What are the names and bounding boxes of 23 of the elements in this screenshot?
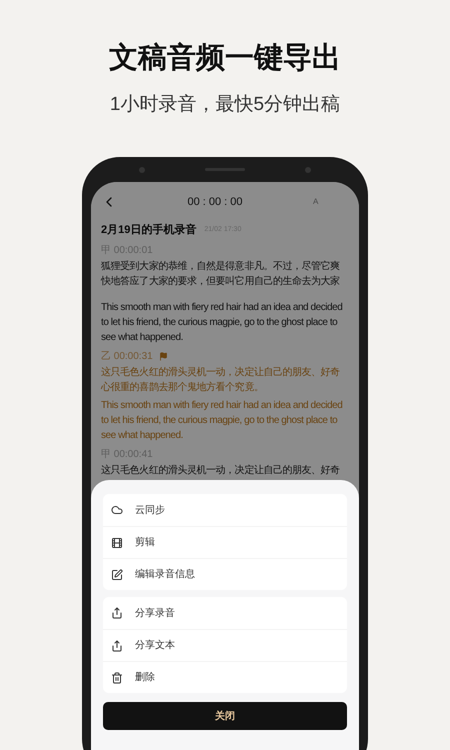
subheadline: 1小时录音，最快5分钟出稿 — [110, 95, 340, 114]
trash-icon — [111, 672, 123, 684]
transcript-paragraph: This smooth man with fiery red hair had an idea and decided to let his friend, the curious magpie, go to the ghost place to see what happened. — [101, 398, 344, 442]
cut-icon — [111, 536, 123, 548]
recording-title: 2月19日的手机录音 — [101, 222, 196, 238]
transcript-paragraph: This smooth man with fiery red hair had an idea and decided to let his friend, the curious magpie, go to the ghost place to see what happened. — [101, 300, 344, 344]
close-button[interactable]: 关闭 — [103, 702, 347, 730]
share-icon — [111, 640, 123, 652]
cloud-icon — [111, 504, 123, 516]
menu-item[interactable]: 分享文本 — [103, 629, 347, 661]
share-icon — [111, 607, 123, 619]
menu-item[interactable]: 分享录音 — [103, 597, 347, 629]
menu-item[interactable]: 云同步 — [103, 494, 347, 526]
transcript-paragraph: 这只毛色火红的滑头灵机一动，决定让自己的朋友、好奇心很重的喜鹊去那个鬼地方看个究竟。 — [101, 366, 341, 394]
headline: 文稿音频一键导出 — [109, 44, 341, 73]
menu-item[interactable]: 删除 — [103, 661, 347, 693]
speaker-time: 乙 00:00:31 — [101, 352, 153, 362]
menu-item[interactable]: 编辑录音信息 — [103, 558, 347, 590]
menu-item[interactable]: 剪辑 — [103, 526, 347, 558]
timer: 00 : 00 : 00 — [186, 194, 244, 210]
edit-icon — [111, 568, 123, 580]
transcript-paragraph: 狐狸受到大家的恭维，自然是得意非凡。不过，尽管它爽快地答应了大家的要求，但要叫它用自己的生命去为大家 — [101, 260, 341, 288]
transcript-paragraph: 这只毛色火红的滑头灵机一动，决定让自己的朋友、好奇 — [101, 464, 341, 478]
